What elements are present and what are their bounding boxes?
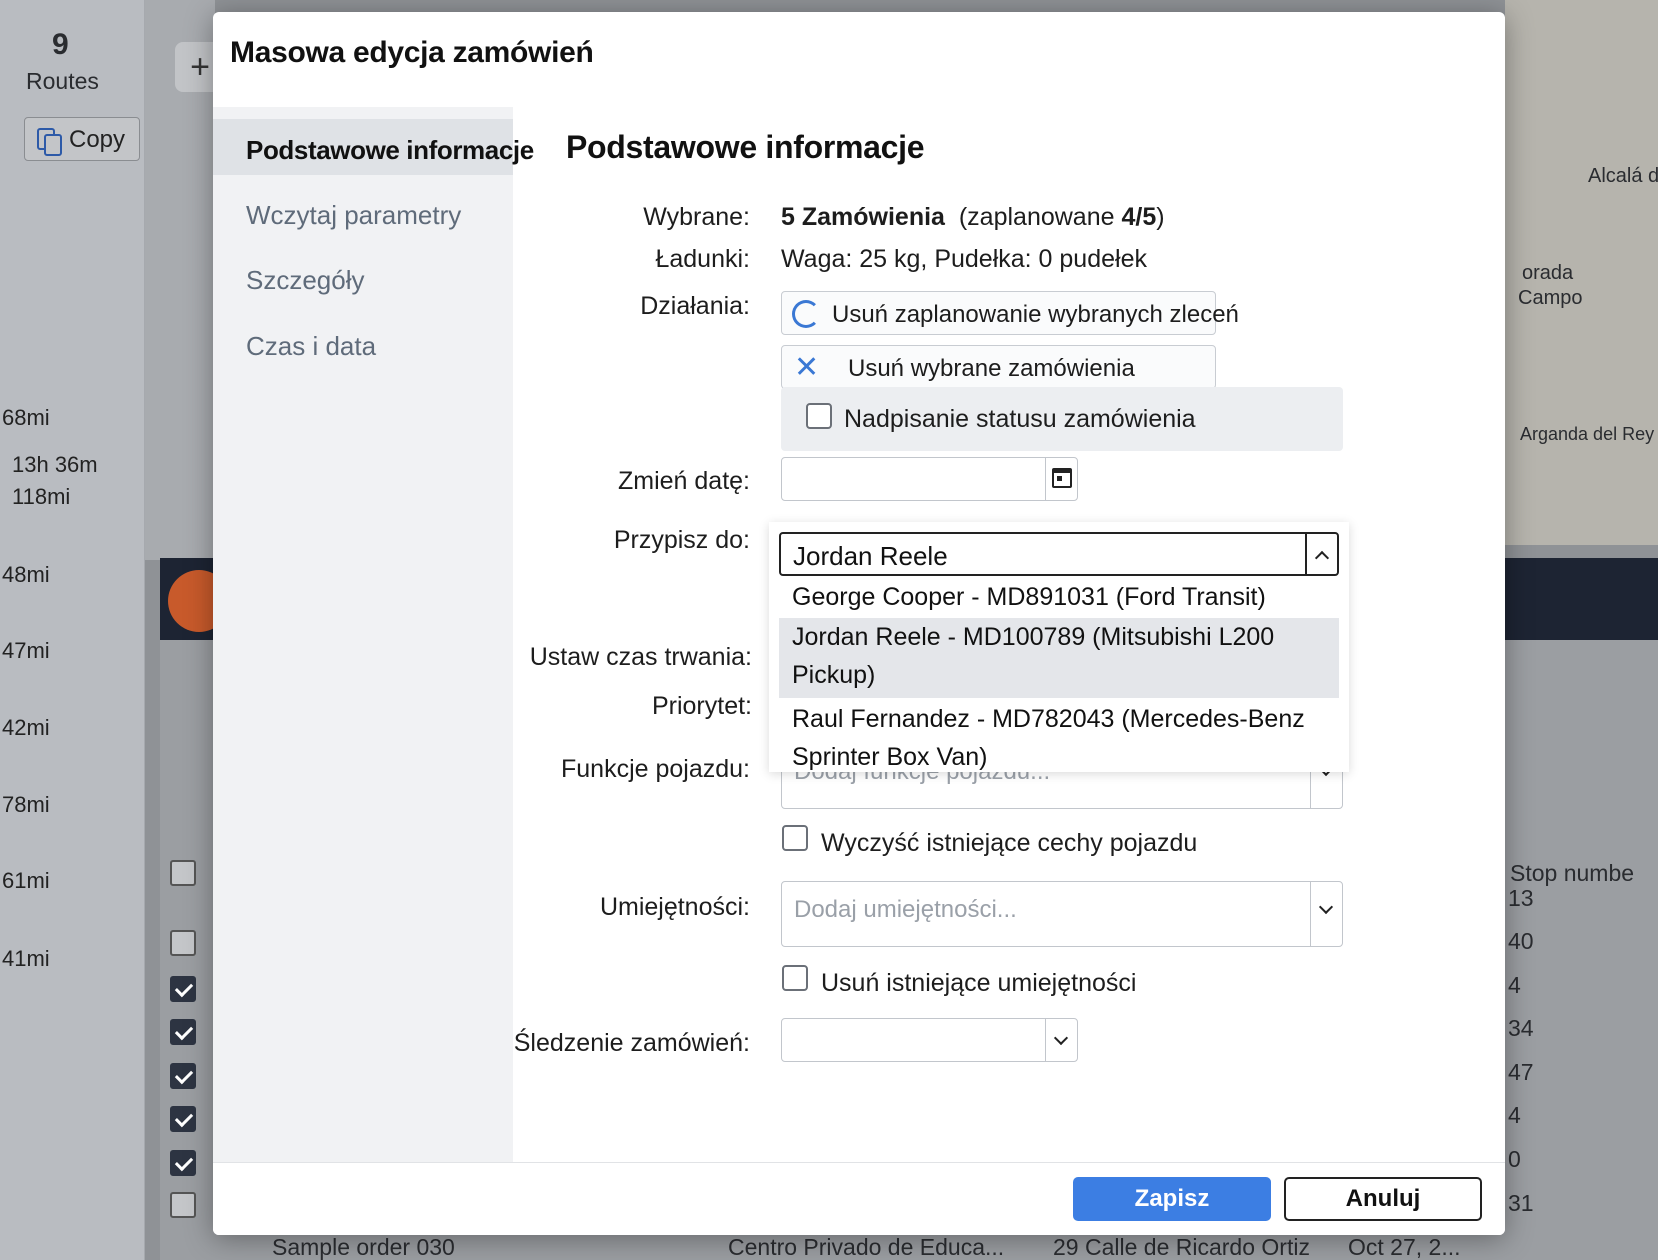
remove-skills-label: Usuń istniejące umiejętności	[821, 969, 1137, 997]
priority-label: Priorytet:	[651, 692, 752, 720]
dialog-content: Podstawowe informacje Wybrane: 5 Zamówie…	[513, 107, 1505, 1162]
stop-number: 34	[1508, 1015, 1534, 1041]
clear-features-checkbox[interactable]	[782, 825, 808, 851]
chevron-up-icon	[1314, 550, 1330, 566]
assign-option[interactable]: George Cooper - MD891031 (Ford Transit)	[779, 578, 1339, 618]
calendar-icon	[1052, 468, 1072, 488]
close-icon: ✕	[794, 351, 820, 384]
route-distance: 42mi	[2, 715, 50, 740]
loads-label: Ładunki:	[655, 245, 750, 273]
route-distance: 118mi	[12, 484, 71, 509]
cancel-button[interactable]: Anuluj	[1284, 1177, 1482, 1221]
selected-value: 5 Zamówienia (zaplanowane 4/5)	[781, 203, 1165, 231]
vehicle-features-label: Funkcje pojazdu:	[560, 755, 750, 783]
sync-icon	[792, 300, 820, 328]
map-label: orada	[1522, 262, 1574, 284]
stop-number: 31	[1508, 1190, 1534, 1216]
map-label: Campo	[1518, 287, 1583, 309]
row-checkbox[interactable]	[170, 1019, 196, 1045]
chevron-down-icon	[1053, 1030, 1069, 1046]
duration-label: Ustaw czas trwania:	[529, 643, 752, 671]
stop-number: 0	[1508, 1146, 1521, 1172]
copy-button[interactable]: Copy	[24, 117, 140, 161]
assign-dropdown: Jordan Reele George Cooper - MD891031 (F…	[769, 522, 1349, 772]
stop-number: 4	[1508, 1102, 1521, 1128]
change-date-label: Zmień datę:	[617, 467, 750, 495]
skills-label: Umiejętności:	[599, 893, 750, 921]
map-label: Arganda del Rey	[1520, 424, 1655, 444]
date-picker-button[interactable]	[1045, 458, 1077, 500]
route-distance: 61mi	[2, 868, 50, 893]
loads-value: Waga: 25 kg, Pudełka: 0 pudełek	[781, 245, 1147, 273]
tracking-label: Śledzenie zamówień:	[513, 1029, 750, 1057]
selected-label: Wybrane:	[643, 203, 750, 231]
change-date-input[interactable]	[781, 457, 1078, 501]
stop-number-header: Stop numbe	[1510, 860, 1635, 886]
skills-toggle[interactable]	[1310, 882, 1342, 946]
routes-panel	[0, 0, 145, 1260]
tracking-toggle[interactable]	[1045, 1019, 1077, 1061]
routes-count: 9	[52, 28, 69, 61]
assign-label: Przypisz do:	[613, 526, 750, 554]
row-checkbox[interactable]	[170, 1192, 196, 1218]
row-checkbox[interactable]	[170, 860, 196, 886]
row-checkbox[interactable]	[170, 1063, 196, 1089]
route-duration: 13h 36m	[12, 452, 98, 477]
assign-option-selected[interactable]: Jordan Reele - MD100789 (Mitsubishi L200…	[779, 618, 1339, 698]
override-status-row: Nadpisanie statusu zamówienia	[781, 387, 1343, 451]
route-distance: 78mi	[2, 792, 50, 817]
remove-skills-checkbox[interactable]	[782, 965, 808, 991]
actions-label: Działania:	[640, 292, 750, 320]
delete-orders-button[interactable]: ✕ Usuń wybrane zamówienia	[781, 345, 1216, 389]
dialog-footer: Zapisz Anuluj	[213, 1162, 1505, 1235]
stop-number: 4	[1508, 972, 1521, 998]
route-distance: 48mi	[2, 562, 50, 587]
assign-option[interactable]: Raul Fernandez - MD782043 (Mercedes-Benz…	[779, 698, 1339, 771]
route-distance: 47mi	[2, 638, 50, 663]
order-address: 29 Calle de Ricardo Ortiz	[1053, 1234, 1310, 1260]
skills-select[interactable]: Dodaj umiejętności...	[781, 881, 1343, 947]
section-title: Podstawowe informacje	[566, 129, 925, 165]
unschedule-orders-button[interactable]: Usuń zaplanowanie wybranych zleceń	[781, 291, 1239, 335]
override-status-checkbox[interactable]	[806, 403, 832, 429]
order-location: Centro Privado de Educa...	[728, 1234, 1005, 1260]
route-distance: 68mi	[2, 405, 50, 430]
route-distance: 41mi	[2, 946, 50, 971]
bulk-edit-dialog: Masowa edycja zamówień Podstawowe inform…	[213, 12, 1505, 1235]
copy-icon	[37, 128, 62, 156]
clear-features-label: Wyczyść istniejące cechy pojazdu	[821, 829, 1198, 857]
map-label: Alcalá d	[1588, 165, 1658, 187]
assign-toggle[interactable]	[1305, 534, 1337, 574]
stop-number: 47	[1508, 1059, 1534, 1085]
sidebar-item-basic-info[interactable]: Podstawowe informacje	[213, 119, 534, 175]
assign-select[interactable]: Jordan Reele	[779, 532, 1339, 576]
save-button[interactable]: Zapisz	[1073, 1177, 1271, 1221]
dialog-title: Masowa edycja zamówień	[230, 36, 594, 69]
row-checkbox[interactable]	[170, 1150, 196, 1176]
routes-label: Routes	[26, 68, 99, 94]
stop-number: 40	[1508, 928, 1534, 954]
order-name: Sample order 030	[272, 1234, 455, 1260]
chevron-down-icon	[1318, 899, 1334, 915]
stop-number: 13	[1508, 885, 1534, 911]
row-checkbox[interactable]	[170, 1106, 196, 1132]
override-status-label: Nadpisanie statusu zamówienia	[844, 405, 1196, 433]
tracking-select[interactable]	[781, 1018, 1078, 1062]
order-date: Oct 27, 2...	[1348, 1234, 1461, 1260]
row-checkbox[interactable]	[170, 976, 196, 1002]
row-checkbox[interactable]	[170, 930, 196, 956]
sidebar-item-time-date[interactable]: Czas i data	[213, 315, 513, 371]
